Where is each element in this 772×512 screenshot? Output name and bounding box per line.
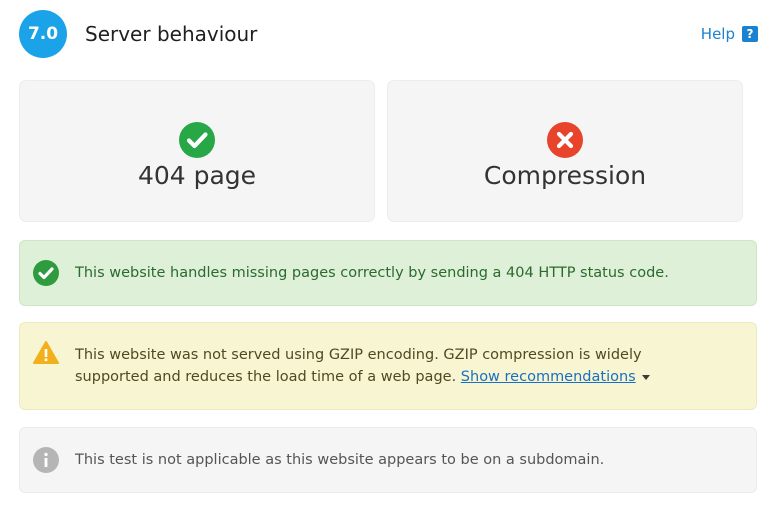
help-label: Help [700,25,735,43]
caret-down-icon[interactable] [641,374,650,380]
warning-line-1: This website was not served using GZIP e… [75,347,642,363]
check-circle-icon [33,260,59,286]
help-link[interactable]: Help ? [701,24,758,44]
tile-label: 404 page [137,161,257,190]
result-tiles: 404 page Compression [19,80,744,222]
section-title: Server behaviour [85,22,258,46]
warning-triangle-icon [33,341,59,364]
info-text: This test is not applicable as this webs… [75,452,605,468]
show-recommendations-link[interactable]: Show recommendations [461,369,636,385]
server-behaviour-panel: 7.0 Server behaviour Help ? 404 page Com… [0,0,772,512]
tile-compression: Compression [387,80,743,222]
warning-message: This website was not served using GZIP e… [19,322,757,410]
question-mark-icon: ? [742,26,758,42]
warning-line-2-text: supported and reduces the load time of a… [75,369,457,385]
section-header: 7.0 Server behaviour Help ? [19,10,758,58]
check-circle-icon [179,122,215,158]
tile-label: Compression [483,161,647,190]
success-text: This website handles missing pages corre… [75,265,669,281]
section-number-badge: 7.0 [19,10,67,58]
tile-404-page: 404 page [19,80,375,222]
info-message: This test is not applicable as this webs… [19,427,757,493]
info-circle-icon [33,447,59,473]
success-message: This website handles missing pages corre… [19,240,757,306]
warning-line-2: supported and reduces the load time of a… [75,366,742,388]
x-circle-icon [547,122,583,158]
warning-text: This website was not served using GZIP e… [75,344,742,388]
